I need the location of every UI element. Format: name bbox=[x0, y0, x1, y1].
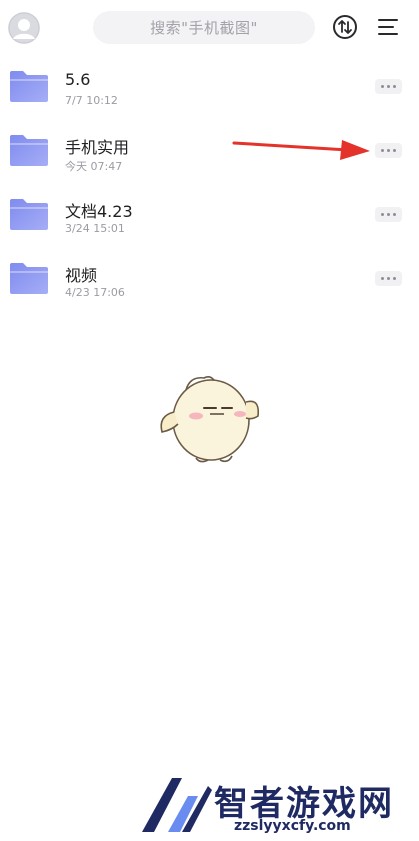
folder-date: 3/24 15:01 bbox=[65, 222, 125, 235]
more-dot bbox=[393, 85, 396, 88]
folder-icon bbox=[10, 263, 48, 294]
folder-row[interactable]: 文档4.23 3/24 15:01 bbox=[0, 188, 419, 252]
folder-row[interactable]: 5.6 7/7 10:12 bbox=[0, 60, 419, 124]
menu-icon bbox=[378, 19, 398, 35]
more-dot bbox=[393, 149, 396, 152]
more-dot bbox=[393, 213, 396, 216]
more-dot bbox=[387, 277, 390, 280]
more-dot bbox=[387, 149, 390, 152]
avatar[interactable] bbox=[8, 12, 40, 44]
folder-name: 手机实用 bbox=[65, 138, 130, 157]
folder-date: 今天 07:47 bbox=[65, 160, 123, 173]
folder-date: 7/7 10:12 bbox=[65, 94, 118, 107]
folder-icon bbox=[10, 135, 48, 166]
watermark-url: zzslyyxcfy.com bbox=[234, 818, 351, 834]
folder-name: 视频 bbox=[65, 266, 98, 285]
more-options-button[interactable] bbox=[375, 271, 402, 286]
sort-sync-button[interactable] bbox=[332, 14, 358, 40]
more-dot bbox=[393, 277, 396, 280]
more-options-button[interactable] bbox=[375, 143, 402, 158]
more-dot bbox=[381, 149, 384, 152]
top-bar: 搜索"手机截图" bbox=[0, 0, 419, 56]
user-avatar-icon bbox=[8, 12, 40, 44]
folder-icon bbox=[10, 71, 48, 102]
folder-date: 4/23 17:06 bbox=[65, 286, 125, 299]
more-options-button[interactable] bbox=[375, 79, 402, 94]
folder-name: 5.6 bbox=[65, 70, 91, 89]
more-dot bbox=[381, 277, 384, 280]
search-input[interactable]: 搜索"手机截图" bbox=[93, 11, 315, 44]
watermark: 智者游戏网 zzslyyxcfy.com bbox=[138, 772, 419, 841]
folder-row[interactable]: 视频 4/23 17:06 bbox=[0, 252, 419, 316]
brand-logo-icon bbox=[142, 778, 212, 832]
sort-sync-icon bbox=[333, 15, 357, 39]
folder-icon bbox=[10, 199, 48, 230]
more-dot bbox=[381, 213, 384, 216]
mascot-illustration-icon bbox=[160, 376, 260, 463]
folder-name: 文档4.23 bbox=[65, 202, 133, 221]
more-dot bbox=[387, 213, 390, 216]
more-options-button[interactable] bbox=[375, 207, 402, 222]
annotation-arrow-icon bbox=[232, 140, 370, 160]
more-dot bbox=[387, 85, 390, 88]
more-dot bbox=[381, 85, 384, 88]
folder-list: 5.6 7/7 10:12 手机实用 今天 07:47 文档4.23 3/24 … bbox=[0, 60, 419, 316]
menu-button[interactable] bbox=[375, 14, 401, 40]
